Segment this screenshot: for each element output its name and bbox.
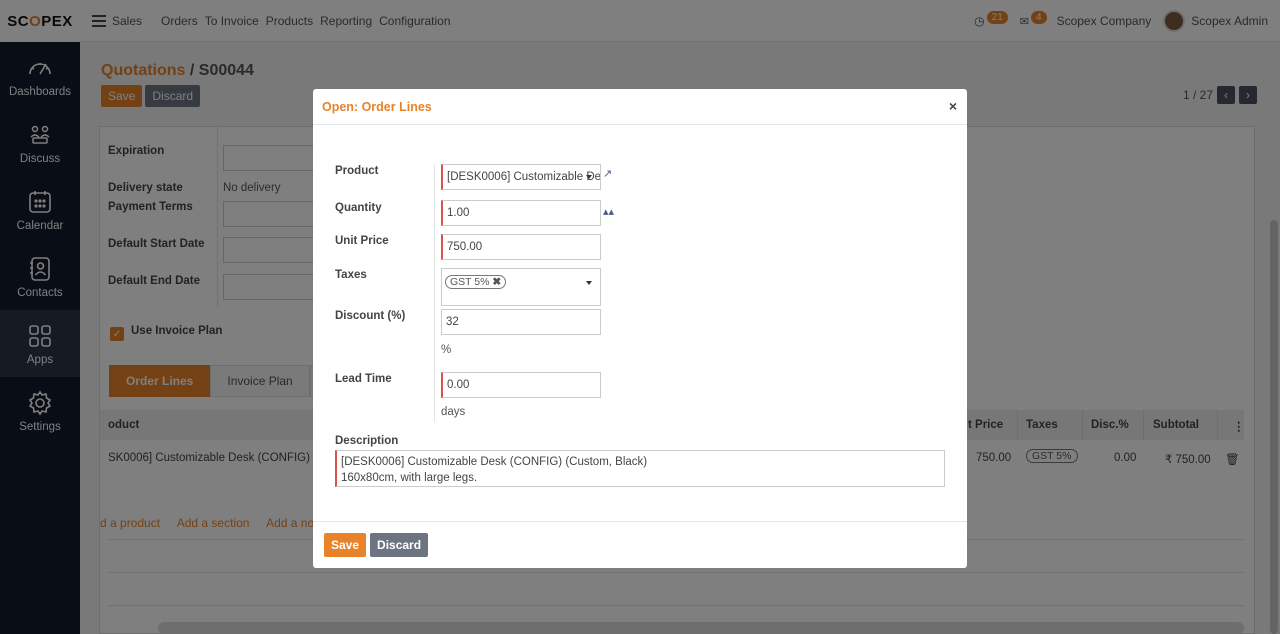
order-line-dialog: Open: Order Lines × Product [DESK0006] C…: [313, 89, 967, 568]
discount-unit: %: [441, 344, 452, 356]
lead-time-label: Lead Time: [335, 373, 392, 385]
quantity-input[interactable]: 1.00: [441, 200, 601, 226]
taxes-many2many-input[interactable]: GST 5% ✖: [441, 268, 601, 306]
dialog-title: Open: Order Lines: [322, 99, 432, 114]
unit-price-label: Unit Price: [335, 235, 389, 247]
quantity-label: Quantity: [335, 202, 382, 214]
remove-tag-icon[interactable]: ✖: [492, 276, 501, 288]
chevron-down-icon: [586, 175, 592, 179]
forecast-chart-icon[interactable]: ▴▴: [603, 205, 614, 218]
dialog-header: Open: Order Lines ×: [313, 89, 967, 125]
lead-time-input[interactable]: 0.00: [441, 372, 601, 398]
dialog-save-button[interactable]: Save: [324, 533, 367, 557]
chevron-down-icon[interactable]: [586, 281, 592, 285]
discount-label: Discount (%): [335, 310, 406, 322]
product-value: [DESK0006] Customizable Desk (CONFIG): [447, 171, 601, 183]
close-icon[interactable]: ×: [949, 98, 957, 114]
external-link-icon[interactable]: ↗: [603, 167, 612, 180]
tax-tag-gst-5: GST 5% ✖: [445, 275, 507, 289]
description-label: Description: [335, 435, 399, 447]
dialog-footer: Save Discard: [313, 521, 967, 568]
unit-price-input[interactable]: 750.00: [441, 234, 601, 260]
lead-time-unit: days: [441, 406, 466, 418]
dialog-discard-button[interactable]: Discard: [370, 533, 429, 557]
product-label: Product: [335, 165, 379, 177]
discount-input[interactable]: 32: [441, 309, 601, 335]
taxes-label: Taxes: [335, 269, 367, 281]
description-textarea[interactable]: [DESK0006] Customizable Desk (CONFIG) (C…: [335, 450, 945, 487]
dialog-buttons: Save Discard: [324, 533, 429, 557]
product-select[interactable]: [DESK0006] Customizable Desk (CONFIG): [441, 164, 601, 190]
